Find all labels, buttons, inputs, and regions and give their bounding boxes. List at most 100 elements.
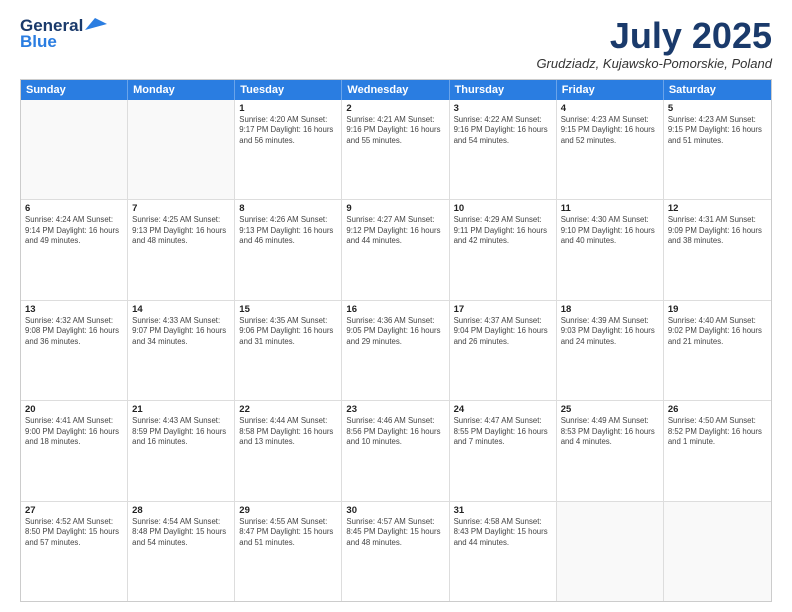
cell-text: Sunrise: 4:37 AM Sunset: 9:04 PM Dayligh…	[454, 316, 552, 348]
calendar-header: SundayMondayTuesdayWednesdayThursdayFrid…	[21, 80, 771, 100]
day-number: 21	[132, 404, 230, 415]
calendar-cell: 3Sunrise: 4:22 AM Sunset: 9:16 PM Daylig…	[450, 100, 557, 199]
day-number: 10	[454, 203, 552, 214]
calendar-cell: 25Sunrise: 4:49 AM Sunset: 8:53 PM Dayli…	[557, 401, 664, 500]
cell-text: Sunrise: 4:26 AM Sunset: 9:13 PM Dayligh…	[239, 215, 337, 247]
calendar-cell: 10Sunrise: 4:29 AM Sunset: 9:11 PM Dayli…	[450, 200, 557, 299]
cell-text: Sunrise: 4:49 AM Sunset: 8:53 PM Dayligh…	[561, 416, 659, 448]
day-number: 13	[25, 304, 123, 315]
day-number: 30	[346, 505, 444, 516]
day-number: 18	[561, 304, 659, 315]
calendar-cell: 30Sunrise: 4:57 AM Sunset: 8:45 PM Dayli…	[342, 502, 449, 601]
subtitle: Grudziadz, Kujawsko-Pomorskie, Poland	[536, 56, 772, 71]
day-number: 2	[346, 103, 444, 114]
calendar-cell	[128, 100, 235, 199]
cell-text: Sunrise: 4:36 AM Sunset: 9:05 PM Dayligh…	[346, 316, 444, 348]
cell-text: Sunrise: 4:23 AM Sunset: 9:15 PM Dayligh…	[668, 115, 767, 147]
logo-blue: Blue	[20, 32, 57, 52]
calendar-cell: 6Sunrise: 4:24 AM Sunset: 9:14 PM Daylig…	[21, 200, 128, 299]
day-number: 29	[239, 505, 337, 516]
day-number: 12	[668, 203, 767, 214]
cell-text: Sunrise: 4:57 AM Sunset: 8:45 PM Dayligh…	[346, 517, 444, 549]
calendar-cell: 7Sunrise: 4:25 AM Sunset: 9:13 PM Daylig…	[128, 200, 235, 299]
calendar-cell: 5Sunrise: 4:23 AM Sunset: 9:15 PM Daylig…	[664, 100, 771, 199]
cell-text: Sunrise: 4:33 AM Sunset: 9:07 PM Dayligh…	[132, 316, 230, 348]
cell-text: Sunrise: 4:32 AM Sunset: 9:08 PM Dayligh…	[25, 316, 123, 348]
day-number: 22	[239, 404, 337, 415]
cell-text: Sunrise: 4:29 AM Sunset: 9:11 PM Dayligh…	[454, 215, 552, 247]
calendar-cell: 4Sunrise: 4:23 AM Sunset: 9:15 PM Daylig…	[557, 100, 664, 199]
day-number: 7	[132, 203, 230, 214]
calendar-cell: 27Sunrise: 4:52 AM Sunset: 8:50 PM Dayli…	[21, 502, 128, 601]
cell-text: Sunrise: 4:31 AM Sunset: 9:09 PM Dayligh…	[668, 215, 767, 247]
cell-text: Sunrise: 4:24 AM Sunset: 9:14 PM Dayligh…	[25, 215, 123, 247]
calendar-cell: 24Sunrise: 4:47 AM Sunset: 8:55 PM Dayli…	[450, 401, 557, 500]
calendar-cell: 19Sunrise: 4:40 AM Sunset: 9:02 PM Dayli…	[664, 301, 771, 400]
weekday-header: Saturday	[664, 80, 771, 100]
calendar-cell: 28Sunrise: 4:54 AM Sunset: 8:48 PM Dayli…	[128, 502, 235, 601]
cell-text: Sunrise: 4:39 AM Sunset: 9:03 PM Dayligh…	[561, 316, 659, 348]
day-number: 8	[239, 203, 337, 214]
day-number: 23	[346, 404, 444, 415]
calendar-row: 1Sunrise: 4:20 AM Sunset: 9:17 PM Daylig…	[21, 100, 771, 200]
calendar-cell: 13Sunrise: 4:32 AM Sunset: 9:08 PM Dayli…	[21, 301, 128, 400]
day-number: 26	[668, 404, 767, 415]
calendar-cell: 12Sunrise: 4:31 AM Sunset: 9:09 PM Dayli…	[664, 200, 771, 299]
day-number: 11	[561, 203, 659, 214]
cell-text: Sunrise: 4:25 AM Sunset: 9:13 PM Dayligh…	[132, 215, 230, 247]
cell-text: Sunrise: 4:27 AM Sunset: 9:12 PM Dayligh…	[346, 215, 444, 247]
day-number: 5	[668, 103, 767, 114]
calendar-cell: 8Sunrise: 4:26 AM Sunset: 9:13 PM Daylig…	[235, 200, 342, 299]
calendar-cell: 1Sunrise: 4:20 AM Sunset: 9:17 PM Daylig…	[235, 100, 342, 199]
calendar-row: 20Sunrise: 4:41 AM Sunset: 9:00 PM Dayli…	[21, 401, 771, 501]
calendar-cell: 17Sunrise: 4:37 AM Sunset: 9:04 PM Dayli…	[450, 301, 557, 400]
day-number: 31	[454, 505, 552, 516]
calendar: SundayMondayTuesdayWednesdayThursdayFrid…	[20, 79, 772, 602]
cell-text: Sunrise: 4:41 AM Sunset: 9:00 PM Dayligh…	[25, 416, 123, 448]
cell-text: Sunrise: 4:22 AM Sunset: 9:16 PM Dayligh…	[454, 115, 552, 147]
day-number: 27	[25, 505, 123, 516]
calendar-row: 6Sunrise: 4:24 AM Sunset: 9:14 PM Daylig…	[21, 200, 771, 300]
cell-text: Sunrise: 4:21 AM Sunset: 9:16 PM Dayligh…	[346, 115, 444, 147]
cell-text: Sunrise: 4:44 AM Sunset: 8:58 PM Dayligh…	[239, 416, 337, 448]
cell-text: Sunrise: 4:23 AM Sunset: 9:15 PM Dayligh…	[561, 115, 659, 147]
day-number: 20	[25, 404, 123, 415]
calendar-cell: 23Sunrise: 4:46 AM Sunset: 8:56 PM Dayli…	[342, 401, 449, 500]
calendar-body: 1Sunrise: 4:20 AM Sunset: 9:17 PM Daylig…	[21, 100, 771, 601]
cell-text: Sunrise: 4:52 AM Sunset: 8:50 PM Dayligh…	[25, 517, 123, 549]
calendar-cell: 29Sunrise: 4:55 AM Sunset: 8:47 PM Dayli…	[235, 502, 342, 601]
cell-text: Sunrise: 4:58 AM Sunset: 8:43 PM Dayligh…	[454, 517, 552, 549]
cell-text: Sunrise: 4:40 AM Sunset: 9:02 PM Dayligh…	[668, 316, 767, 348]
day-number: 19	[668, 304, 767, 315]
day-number: 4	[561, 103, 659, 114]
logo-icon	[85, 16, 107, 32]
calendar-cell: 20Sunrise: 4:41 AM Sunset: 9:00 PM Dayli…	[21, 401, 128, 500]
calendar-cell: 9Sunrise: 4:27 AM Sunset: 9:12 PM Daylig…	[342, 200, 449, 299]
cell-text: Sunrise: 4:35 AM Sunset: 9:06 PM Dayligh…	[239, 316, 337, 348]
day-number: 25	[561, 404, 659, 415]
calendar-cell: 14Sunrise: 4:33 AM Sunset: 9:07 PM Dayli…	[128, 301, 235, 400]
calendar-cell: 26Sunrise: 4:50 AM Sunset: 8:52 PM Dayli…	[664, 401, 771, 500]
calendar-cell	[21, 100, 128, 199]
calendar-cell: 15Sunrise: 4:35 AM Sunset: 9:06 PM Dayli…	[235, 301, 342, 400]
month-title: July 2025	[536, 16, 772, 56]
title-block: July 2025 Grudziadz, Kujawsko-Pomorskie,…	[536, 16, 772, 71]
calendar-cell: 11Sunrise: 4:30 AM Sunset: 9:10 PM Dayli…	[557, 200, 664, 299]
calendar-cell	[664, 502, 771, 601]
calendar-row: 13Sunrise: 4:32 AM Sunset: 9:08 PM Dayli…	[21, 301, 771, 401]
calendar-cell: 2Sunrise: 4:21 AM Sunset: 9:16 PM Daylig…	[342, 100, 449, 199]
calendar-cell	[557, 502, 664, 601]
cell-text: Sunrise: 4:43 AM Sunset: 8:59 PM Dayligh…	[132, 416, 230, 448]
weekday-header: Friday	[557, 80, 664, 100]
day-number: 14	[132, 304, 230, 315]
header: General Blue July 2025 Grudziadz, Kujaws…	[20, 16, 772, 71]
day-number: 6	[25, 203, 123, 214]
calendar-cell: 18Sunrise: 4:39 AM Sunset: 9:03 PM Dayli…	[557, 301, 664, 400]
day-number: 16	[346, 304, 444, 315]
weekday-header: Sunday	[21, 80, 128, 100]
calendar-cell: 31Sunrise: 4:58 AM Sunset: 8:43 PM Dayli…	[450, 502, 557, 601]
day-number: 24	[454, 404, 552, 415]
day-number: 3	[454, 103, 552, 114]
cell-text: Sunrise: 4:46 AM Sunset: 8:56 PM Dayligh…	[346, 416, 444, 448]
logo: General Blue	[20, 16, 107, 52]
